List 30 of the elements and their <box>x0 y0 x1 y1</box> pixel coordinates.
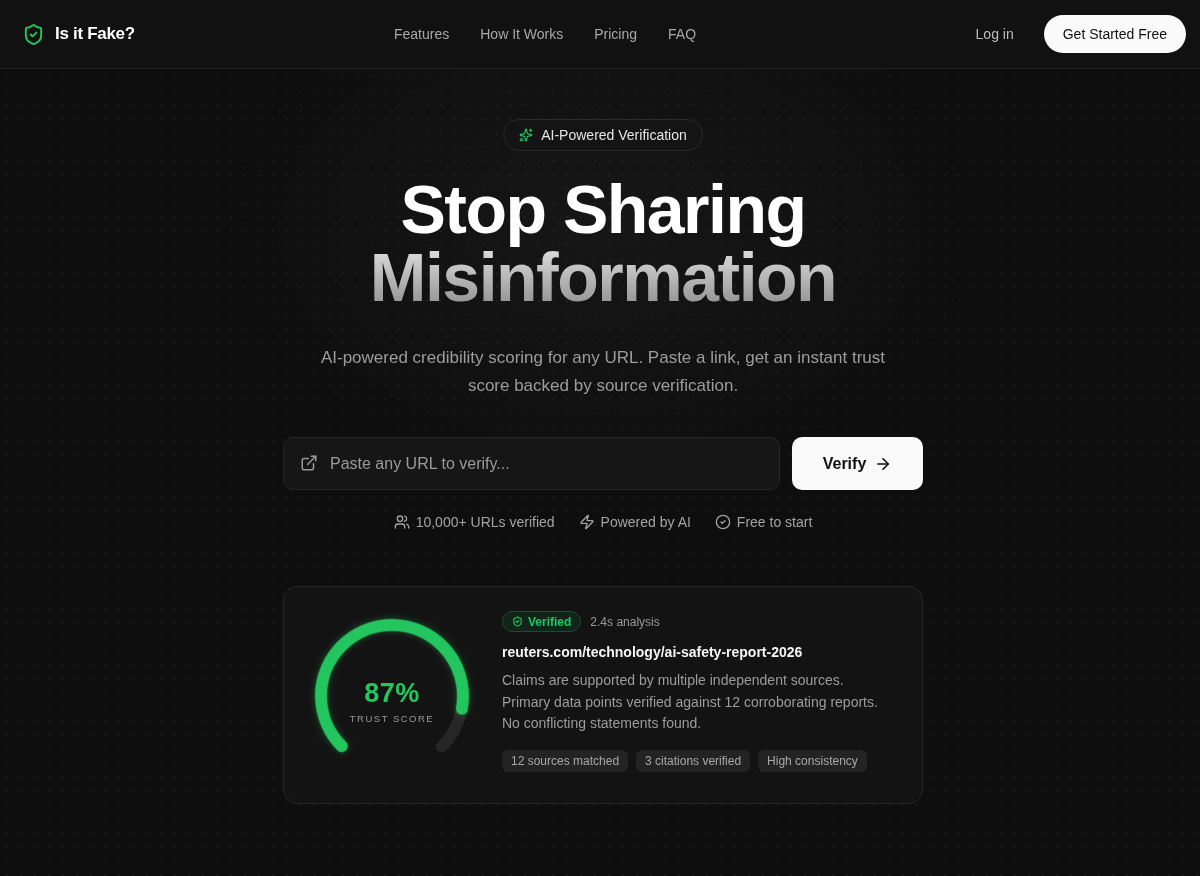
get-started-button[interactable]: Get Started Free <box>1043 15 1186 53</box>
lightning-icon <box>578 514 595 530</box>
analyzed-url: reuters.com/technology/ai-safety-report-2026 <box>502 644 804 660</box>
shield-check-icon <box>512 616 523 627</box>
trust-score-label: TRUST SCORE <box>349 713 435 724</box>
trust-score-value: 87% <box>364 678 420 709</box>
check-circle-icon <box>714 514 731 530</box>
shield-check-logo-icon <box>22 21 45 47</box>
highlight-text: 10,000+ URLs verified <box>415 514 555 530</box>
url-input-field[interactable]: Paste any URL to verify... <box>283 437 780 490</box>
verify-button[interactable]: Verify <box>792 437 923 490</box>
result-tag: 12 sources matched <box>502 749 629 772</box>
badge-text: AI-Powered Verification <box>541 127 687 143</box>
brand-name: Is it Fake? <box>55 24 135 44</box>
result-summary: Claims are supported by multiple independent sources. Primary data points verified against 12 corroborating reports. No conflicting statements found. <box>502 671 879 733</box>
login-link[interactable]: Log in <box>975 26 1014 42</box>
sparkle-icon <box>519 128 534 142</box>
external-link-icon <box>300 454 318 472</box>
nav-link[interactable]: Features <box>394 26 450 42</box>
verified-badge: Verified <box>502 611 582 632</box>
analysis-time: 2.4s analysis <box>590 614 660 629</box>
highlight-text: Powered by AI <box>600 514 691 530</box>
nav-link[interactable]: Pricing <box>594 26 638 42</box>
result-tag: High consistency <box>758 749 867 772</box>
highlight-text: Free to start <box>736 514 813 530</box>
users-icon <box>393 514 410 530</box>
hero-subtitle: AI-powered credibility scoring for any URL. Paste a link, get an instant trust score backed by source verification. <box>319 347 887 397</box>
nav-link[interactable]: How It Works <box>480 26 564 42</box>
result-tag: 3 citations verified <box>636 749 751 772</box>
nav-link[interactable]: FAQ <box>668 26 697 42</box>
